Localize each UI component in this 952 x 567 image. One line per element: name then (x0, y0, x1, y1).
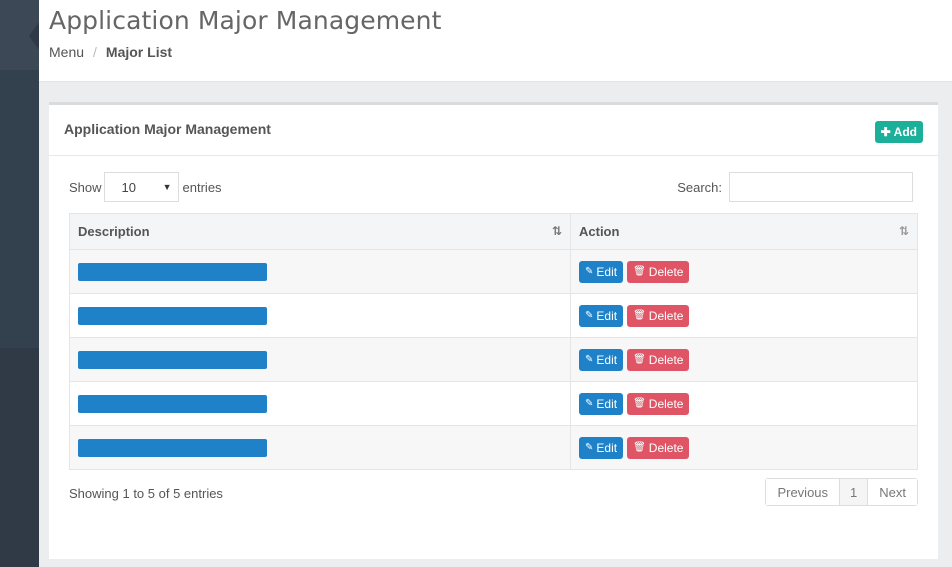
redacted-description (78, 262, 267, 281)
trash-icon: 🗑 (633, 266, 646, 277)
edit-button-label: Edit (596, 396, 618, 411)
entries-select[interactable]: 10 ▼ (103, 172, 179, 202)
major-table: Description ⇅ Action ⇅ ✎ Edit 🗑 Delete ✎ Ed (69, 213, 918, 470)
page-header: Application Major Management Menu / Majo… (39, 0, 952, 82)
delete-button[interactable]: 🗑 Delete (627, 392, 690, 415)
breadcrumb-current: Major List (105, 44, 173, 60)
column-header-label: Action (579, 224, 620, 239)
edit-button-label: Edit (596, 308, 618, 323)
search-label: Search: (677, 179, 722, 195)
delete-button[interactable]: 🗑 Delete (627, 436, 690, 459)
column-header-action[interactable]: Action ⇅ (570, 213, 918, 250)
panel-heading: Application Major Management ✚ Add (49, 105, 938, 156)
table-row: ✎ Edit 🗑 Delete (69, 337, 918, 382)
edit-button[interactable]: ✎ Edit (579, 392, 624, 415)
pencil-icon: ✎ (585, 398, 594, 409)
trash-icon: 🗑 (633, 310, 646, 321)
column-header-description[interactable]: Description ⇅ (69, 213, 571, 250)
table-row: ✎ Edit 🗑 Delete (69, 249, 918, 294)
redacted-description (78, 306, 267, 325)
pagination-page[interactable]: 1 (840, 479, 869, 505)
delete-button-label: Delete (648, 396, 684, 411)
pencil-icon: ✎ (585, 310, 594, 321)
breadcrumb-separator: / (93, 44, 97, 60)
sort-icon: ⇅ (898, 224, 909, 238)
redacted-description (78, 438, 267, 457)
delete-button[interactable]: 🗑 Delete (627, 304, 690, 327)
delete-button[interactable]: 🗑 Delete (627, 260, 690, 283)
sidebar-logo-area[interactable] (0, 0, 39, 70)
entries-label: entries (182, 179, 222, 195)
add-button-label: Add (893, 125, 917, 139)
sidebar (0, 0, 39, 567)
edit-button[interactable]: ✎ Edit (579, 260, 624, 283)
search-input[interactable] (729, 172, 913, 202)
show-label: Show (69, 179, 102, 195)
edit-button-label: Edit (596, 352, 618, 367)
breadcrumb: Menu / Major List (49, 44, 172, 60)
pagination-previous[interactable]: Previous (766, 479, 841, 505)
page-title: Application Major Management (49, 6, 442, 35)
trash-icon: 🗑 (633, 442, 646, 453)
entries-select-value: 10 (121, 179, 136, 195)
trash-icon: 🗑 (633, 354, 646, 365)
pencil-icon: ✎ (585, 354, 594, 365)
panel-title: Application Major Management (64, 121, 271, 137)
edit-button-label: Edit (596, 264, 618, 279)
delete-button[interactable]: 🗑 Delete (627, 348, 690, 371)
redacted-description (78, 350, 267, 369)
entries-length-control: Show 10 ▼ entries (69, 172, 222, 202)
trash-icon: 🗑 (633, 398, 646, 409)
edit-button[interactable]: ✎ Edit (579, 304, 624, 327)
table-info: Showing 1 to 5 of 5 entries (69, 486, 223, 501)
chevron-down-icon: ▼ (162, 182, 172, 192)
table-row: ✎ Edit 🗑 Delete (69, 425, 918, 470)
pagination: Previous 1 Next (765, 478, 918, 506)
pagination-next[interactable]: Next (868, 479, 917, 505)
delete-button-label: Delete (648, 440, 684, 455)
pencil-icon: ✎ (585, 266, 594, 277)
sidebar-menu-area (0, 70, 39, 348)
delete-button-label: Delete (648, 308, 684, 323)
delete-button-label: Delete (648, 264, 684, 279)
delete-button-label: Delete (648, 352, 684, 367)
edit-button[interactable]: ✎ Edit (579, 348, 624, 371)
search-control: Search: (677, 172, 913, 202)
plus-icon: ✚ (880, 125, 891, 139)
major-panel: Application Major Management ✚ Add Show … (49, 102, 938, 559)
table-row: ✎ Edit 🗑 Delete (69, 293, 918, 338)
breadcrumb-menu[interactable]: Menu (49, 44, 84, 60)
edit-button[interactable]: ✎ Edit (579, 436, 624, 459)
redacted-description (78, 394, 267, 413)
pencil-icon: ✎ (585, 442, 594, 453)
sort-amount-asc-icon: ⇅ (551, 224, 562, 238)
edit-button-label: Edit (596, 440, 618, 455)
column-header-label: Description (78, 224, 150, 239)
table-header-row: Description ⇅ Action ⇅ (69, 213, 918, 250)
add-button[interactable]: ✚ Add (874, 121, 923, 143)
table-row: ✎ Edit 🗑 Delete (69, 381, 918, 426)
